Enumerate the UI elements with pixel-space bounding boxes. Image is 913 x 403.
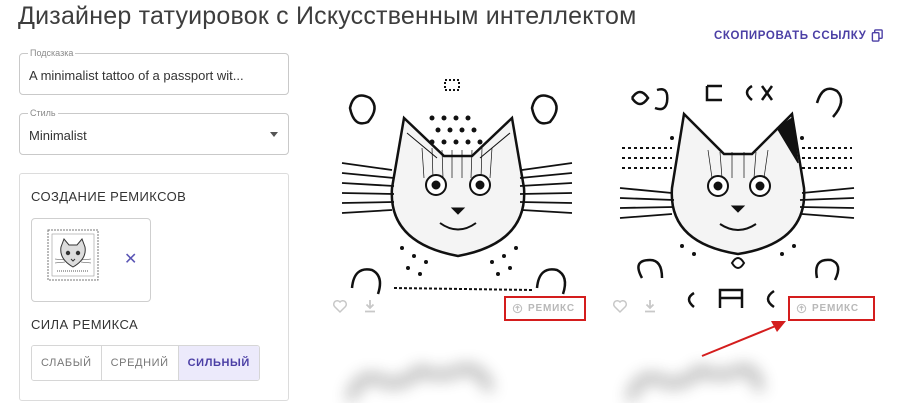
remix-button[interactable]: РЕМИКС [788,296,875,321]
remix-icon [512,303,523,314]
style-select-value: Minimalist [29,128,87,143]
result-card: РЕМИКС [332,78,586,323]
caret-down-icon[interactable] [270,132,278,137]
strength-weak-button[interactable]: СЛАБЫЙ [32,346,102,380]
remix-strength-title: СИЛА РЕМИКСА [31,317,139,332]
remix-panel: СОЗДАНИЕ РЕМИКСОВ ✕ СИЛА РЕМИКСА СЛАБЫЙ … [19,173,289,401]
remove-remix-source-button[interactable]: ✕ [124,252,137,268]
remix-button-label: РЕМИКС [812,303,859,314]
remix-button[interactable]: РЕМИКС [504,296,586,321]
remix-source-thumbnail [47,229,99,281]
cat-tattoo-image[interactable] [612,78,862,318]
strength-medium-button[interactable]: СРЕДНИЙ [101,346,179,380]
remix-strength-selector: СЛАБЫЙ СРЕДНИЙ СИЛЬНЫЙ [31,345,260,381]
prompt-field-label: Подсказка [28,48,76,59]
style-select-label: Стиль [28,108,58,119]
style-select[interactable]: Стиль Minimalist [19,108,289,155]
blurred-result-preview [627,366,763,402]
remix-button-label: РЕМИКС [528,303,575,314]
download-icon[interactable] [642,298,658,314]
strength-strong-button[interactable]: СИЛЬНЫЙ [178,346,259,380]
prompt-field[interactable]: Подсказка A minimalist tattoo of a passp… [19,48,289,95]
copy-link-button[interactable]: СКОПИРОВАТЬ ССЫЛКУ [714,29,884,42]
page-title: Дизайнер татуировок с Искусственным инте… [18,2,637,30]
blurred-result-preview [347,366,493,402]
download-icon[interactable] [362,298,378,314]
result-card-actions [612,298,658,314]
remix-panel-title: СОЗДАНИЕ РЕМИКСОВ [31,189,187,204]
heart-icon[interactable] [612,298,628,314]
cat-tattoo-image[interactable] [332,78,582,318]
heart-icon[interactable] [332,298,348,314]
result-card-actions [332,298,378,314]
copy-link-label: СКОПИРОВАТЬ ССЫЛКУ [714,29,867,42]
result-card: РЕМИКС [612,78,875,323]
copy-icon [872,29,884,42]
remix-icon [796,303,807,314]
remix-source-card: ✕ [31,218,151,302]
prompt-field-value[interactable]: A minimalist tattoo of a passport wit... [29,68,244,83]
